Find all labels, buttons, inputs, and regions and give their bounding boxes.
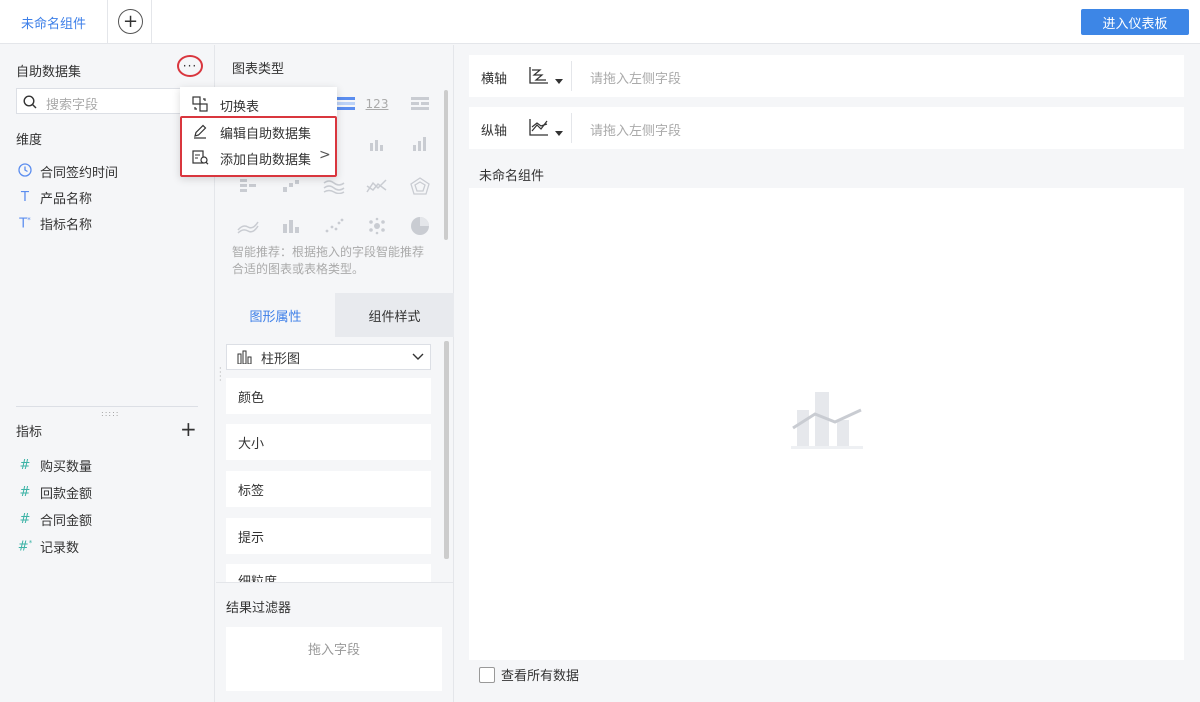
dimension-field-product-name[interactable]: T 产品名称 (16, 188, 92, 207)
filter-drop-zone[interactable]: 拖入字段 (226, 627, 442, 691)
metrics-label: 指标 (16, 425, 43, 440)
search-icon (23, 95, 37, 109)
field-label: 合同签约时间 (40, 166, 119, 181)
add-tab-button[interactable]: + (118, 9, 143, 34)
search-placeholder: 搜索字段 (46, 98, 99, 113)
bubble-chart-icon[interactable] (365, 215, 389, 237)
chart-canvas (469, 188, 1184, 660)
view-all-checkbox[interactable] (479, 666, 495, 683)
menu-item-switch-table[interactable]: 切换表 (180, 91, 337, 117)
number-icon: # (19, 512, 31, 527)
radar-chart-icon[interactable] (408, 175, 432, 197)
chart-select-label: 柱形图 (261, 351, 301, 367)
chevron-down-icon (412, 353, 424, 360)
heatmap-table-icon[interactable] (236, 175, 260, 197)
text-calc-icon: T* (19, 215, 31, 232)
field-label: 购买数量 (40, 460, 93, 475)
combo-bar-chart-icon[interactable] (279, 215, 303, 237)
bar-chart-icon (237, 350, 252, 364)
detail-table-icon[interactable] (408, 93, 432, 115)
caret-down-icon[interactable] (555, 131, 563, 136)
field-label: 记录数 (40, 541, 80, 556)
chart-type-title: 图表类型 (232, 62, 285, 77)
metric-field-contract-amount[interactable]: # 合同金额 (16, 510, 92, 529)
search-field-input[interactable]: 搜索字段 (16, 88, 188, 114)
axis-separator (571, 113, 572, 143)
stream-chart-icon[interactable] (322, 175, 346, 197)
x-axis-drop-placeholder[interactable]: 请拖入左侧字段 (590, 68, 681, 87)
dimensions-label: 维度 (16, 133, 43, 148)
tab-unnamed-component[interactable]: 未命名组件 (0, 0, 108, 44)
x-axis-label: 横轴 (481, 72, 508, 87)
property-tooltip[interactable]: 提示 (226, 518, 431, 554)
line-chart-icon[interactable] (365, 175, 389, 197)
field-label: 合同金额 (40, 514, 93, 529)
property-size[interactable]: 大小 (226, 424, 431, 460)
area-chart-icon[interactable] (236, 215, 260, 237)
caret-down-icon[interactable] (555, 79, 563, 84)
text-icon: T (21, 190, 29, 205)
tab-graphic-properties[interactable]: 图形属性 (216, 293, 335, 337)
view-all-data-toggle[interactable]: 查看所有数据 (479, 665, 579, 684)
switch-table-icon (192, 96, 208, 112)
chart-type-select[interactable]: 柱形图 (226, 344, 431, 370)
y-axis-drop-placeholder[interactable]: 请拖入左侧字段 (590, 120, 681, 139)
property-tabs: 图形属性 组件样式 (216, 293, 454, 337)
scatter-chart-icon[interactable] (322, 215, 346, 237)
property-color[interactable]: 颜色 (226, 378, 431, 414)
splitter-grip-icon[interactable]: ::::: (101, 409, 119, 418)
smart-recommend-hint: 智能推荐：根据拖入的字段智能推荐合适的图表或表格类型。 (232, 245, 425, 276)
dataset-title: 自助数据集 (16, 65, 82, 80)
top-bar: 未命名组件 + 进入仪表板 (0, 0, 1200, 44)
empty-chart-placeholder-icon (791, 392, 863, 449)
dimension-field-metric-name[interactable]: T* 指标名称 (16, 214, 92, 233)
property-scrollbar[interactable] (444, 341, 449, 559)
field-label: 产品名称 (40, 192, 93, 207)
tab-component-style[interactable]: 组件样式 (335, 293, 454, 337)
chart-type-scrollbar[interactable] (444, 90, 448, 240)
metric-field-record-count[interactable]: #* 记录数 (16, 537, 79, 556)
x-axis-type-icon[interactable] (528, 65, 550, 85)
filter-separator (216, 582, 454, 583)
enter-dashboard-button[interactable]: 进入仪表板 (1081, 9, 1189, 35)
drag-handle-icon[interactable]: · · · · (219, 365, 222, 385)
y-axis-type-icon[interactable] (528, 117, 550, 137)
waterfall-chart-icon[interactable] (279, 175, 303, 197)
field-label: 指标名称 (40, 218, 93, 233)
number-icon: # (19, 458, 31, 473)
more-options-button[interactable]: ··· (177, 55, 203, 77)
field-label: 回款金额 (40, 487, 93, 502)
metric-field-purchase-qty[interactable]: # 购买数量 (16, 456, 92, 475)
property-label[interactable]: 标签 (226, 471, 431, 507)
x-axis-row[interactable]: 横轴 请拖入左侧字段 (469, 55, 1184, 97)
bar-chart-icon[interactable] (408, 133, 432, 155)
y-axis-row[interactable]: 纵轴 请拖入左侧字段 (469, 107, 1184, 149)
clock-icon (16, 162, 34, 181)
metric-field-payment-amount[interactable]: # 回款金额 (16, 483, 92, 502)
number-calc-icon: #* (17, 538, 33, 555)
number-icon: # (19, 485, 31, 500)
highlight-box (180, 116, 337, 177)
dimension-field-sign-time[interactable]: 合同签约时间 (16, 162, 118, 181)
view-all-label: 查看所有数据 (501, 669, 580, 684)
panel-splitter[interactable] (16, 406, 198, 407)
tab-separator (151, 0, 152, 44)
property-granularity[interactable]: 细粒度 (226, 564, 431, 582)
pie-chart-icon[interactable] (408, 215, 432, 237)
result-filter-title: 结果过滤器 (226, 601, 292, 616)
canvas-panel: 横轴 请拖入左侧字段 纵轴 请拖入左侧字段 未命名组件 查看所有数据 (455, 45, 1200, 702)
table-chart-icon[interactable] (334, 93, 358, 115)
number-chart-icon[interactable]: 123 (365, 93, 389, 115)
y-axis-label: 纵轴 (481, 124, 508, 139)
menu-item-label: 切换表 (220, 100, 260, 115)
grouped-bar-chart-icon[interactable] (365, 133, 389, 155)
component-title[interactable]: 未命名组件 (479, 165, 544, 184)
axis-separator (571, 61, 572, 91)
add-metric-icon[interactable]: + (180, 419, 197, 439)
